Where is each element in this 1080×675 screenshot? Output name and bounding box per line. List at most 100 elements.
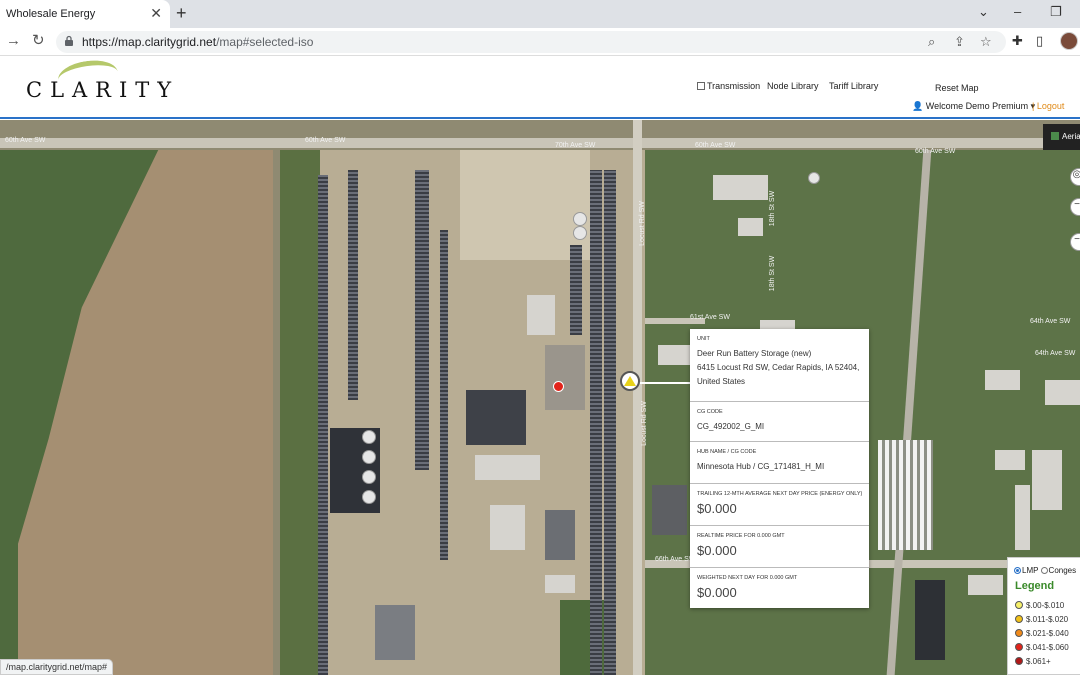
legend-item: $.041-$.060: [1015, 643, 1069, 652]
extensions-icon[interactable]: ✚: [1012, 33, 1023, 49]
popup-cg-section: CG CODE CG_492002_G_MI: [690, 401, 869, 441]
popup-hub-section: HUB Name / CG CODE Minnesota Hub / CG_17…: [690, 441, 869, 483]
building: [475, 455, 540, 480]
user-icon: 👤: [912, 101, 924, 111]
url-text[interactable]: https://map.claritygrid.net/map#selected…: [82, 35, 313, 49]
close-tab-icon[interactable]: ✕: [150, 6, 162, 20]
hub-label: HUB Name / CG CODE: [697, 449, 757, 455]
share-icon[interactable]: ⇪: [954, 34, 965, 50]
grass-strip: [280, 150, 320, 675]
legend-item: $.00-$.010: [1015, 601, 1064, 610]
transmission-toggle[interactable]: Transmission: [697, 81, 760, 91]
cg-code-value: CG_492002_G_MI: [697, 422, 765, 431]
trailing-label: TRAILING 12-mth AVERAGE NEXT DAY PRICE (…: [697, 491, 863, 497]
house: [658, 345, 693, 365]
rail-track: [415, 170, 429, 470]
lmp-label: LMP: [1022, 566, 1039, 575]
parking-lot: [652, 485, 687, 535]
building: [527, 295, 555, 335]
status-bar-url: /map.claritygrid.net/map#: [0, 659, 114, 675]
forward-arrow-icon[interactable]: →: [6, 33, 21, 49]
unit-name: Deer Run Battery Storage (new): [697, 349, 812, 358]
logout-link[interactable]: | Logout: [1032, 101, 1064, 111]
app-header: CLARITY Transmission Node Library Tariff…: [0, 56, 1080, 119]
trailer-lot: [878, 440, 933, 550]
price-legend: LMP Conges Legend $.00-$.010 $.011-$.020…: [1007, 557, 1080, 675]
substation: [545, 345, 585, 410]
popup-weighted-section: WEIGHTED NEXT DAY FOR 0.000 GMT $0.000: [690, 567, 869, 608]
minimize-icon[interactable]: –: [1014, 4, 1021, 19]
water-tower: [808, 172, 820, 184]
battery-row: [604, 170, 616, 675]
building: [545, 510, 575, 560]
legend-title: Legend: [1015, 580, 1055, 592]
reset-map-button[interactable]: Reset Map: [935, 83, 979, 93]
building: [375, 605, 415, 660]
trailing-value: $0.000: [697, 501, 737, 516]
selected-unit-marker[interactable]: [620, 371, 640, 391]
building: [968, 575, 1003, 595]
congestion-label: Conges: [1048, 566, 1077, 575]
road-label: 60th Ave SW: [915, 148, 956, 155]
browser-tab-strip: Wholesale Energy ✕ + ⌄ – ❐: [0, 0, 1080, 28]
gravel-lot: [460, 150, 590, 260]
tab-search-chevron-icon[interactable]: ⌄: [978, 4, 989, 20]
popup-trailing-section: TRAILING 12-mth AVERAGE NEXT DAY PRICE (…: [690, 483, 869, 525]
building-dark: [466, 390, 526, 445]
browser-toolbar: → ↻ https://map.claritygrid.net/map#sele…: [0, 28, 1080, 56]
side-panel-icon[interactable]: ▯: [1036, 33, 1043, 49]
new-tab-button[interactable]: +: [176, 3, 187, 23]
legend-item: $.021-$.040: [1015, 629, 1069, 638]
house: [1045, 380, 1080, 405]
user-menu[interactable]: 👤 Welcome Demo Premium ▾: [912, 101, 1035, 112]
legend-swatch: [1015, 643, 1023, 651]
unit-info-popup: UNIT Deer Run Battery Storage (new) 6415…: [690, 329, 869, 608]
node-marker-red[interactable]: [553, 381, 564, 392]
legend-mode-selector: LMP Conges: [1014, 566, 1076, 575]
road-label: 18th St SW: [769, 190, 777, 227]
profile-avatar[interactable]: [1060, 32, 1078, 50]
road-label: Locust Rd SW: [640, 401, 648, 446]
tariff-library-link[interactable]: Tariff Library: [829, 81, 878, 91]
clarity-logo[interactable]: CLARITY: [26, 56, 206, 117]
road-label: 18th St SW: [769, 255, 777, 292]
reload-icon[interactable]: ↻: [32, 33, 45, 49]
green-patch: [560, 600, 610, 675]
logo-text: CLARITY: [26, 78, 180, 102]
rail-track: [348, 170, 358, 400]
address-bar[interactable]: https://map.claritygrid.net/map#selected…: [56, 31, 1006, 53]
aerial-layer-toggle[interactable]: Aeria: [1043, 124, 1080, 150]
zoom-icon[interactable]: ⌕: [928, 34, 935, 50]
realtime-label: REALTIME PRICE FOR 0.000 GMT: [697, 533, 785, 539]
warehouse: [995, 450, 1025, 470]
storage-tank: [362, 450, 376, 464]
popup-unit-section: UNIT Deer Run Battery Storage (new) 6415…: [690, 329, 869, 401]
lmp-radio[interactable]: [1014, 567, 1021, 574]
road-label: 70th Ave SW: [555, 142, 596, 149]
legend-item: $.011-$.020: [1015, 615, 1068, 624]
tab-title: Wholesale Energy: [6, 8, 96, 20]
legend-item-label: $.041-$.060: [1026, 643, 1069, 652]
unit-details: Deer Run Battery Storage (new) 6415 Locu…: [697, 347, 869, 389]
node-library-link[interactable]: Node Library: [767, 81, 819, 91]
map-canvas[interactable]: 60th Ave SW 60th Ave SW 70th Ave SW 60th…: [0, 120, 1080, 675]
road-label: 64th Ave SW: [1030, 318, 1071, 325]
legend-swatch: [1015, 615, 1023, 623]
lock-icon: [65, 35, 73, 46]
unit-label: UNIT: [697, 336, 710, 342]
building: [545, 575, 575, 593]
storage-tank: [573, 226, 587, 240]
bookmark-star-icon[interactable]: ☆: [980, 34, 992, 50]
transmission-checkbox[interactable]: [697, 82, 705, 90]
storage-tank: [362, 430, 376, 444]
browser-tab[interactable]: Wholesale Energy ✕: [0, 0, 170, 28]
road-60th-ave: [0, 138, 1080, 148]
legend-swatch: [1015, 629, 1023, 637]
house: [738, 218, 763, 236]
rail-track: [318, 175, 328, 675]
battery-row: [570, 245, 582, 335]
legend-item-label: $.00-$.010: [1026, 601, 1065, 610]
congestion-radio[interactable]: [1040, 567, 1048, 574]
restore-icon[interactable]: ❐: [1050, 4, 1062, 20]
transmission-label: Transmission: [707, 81, 761, 91]
